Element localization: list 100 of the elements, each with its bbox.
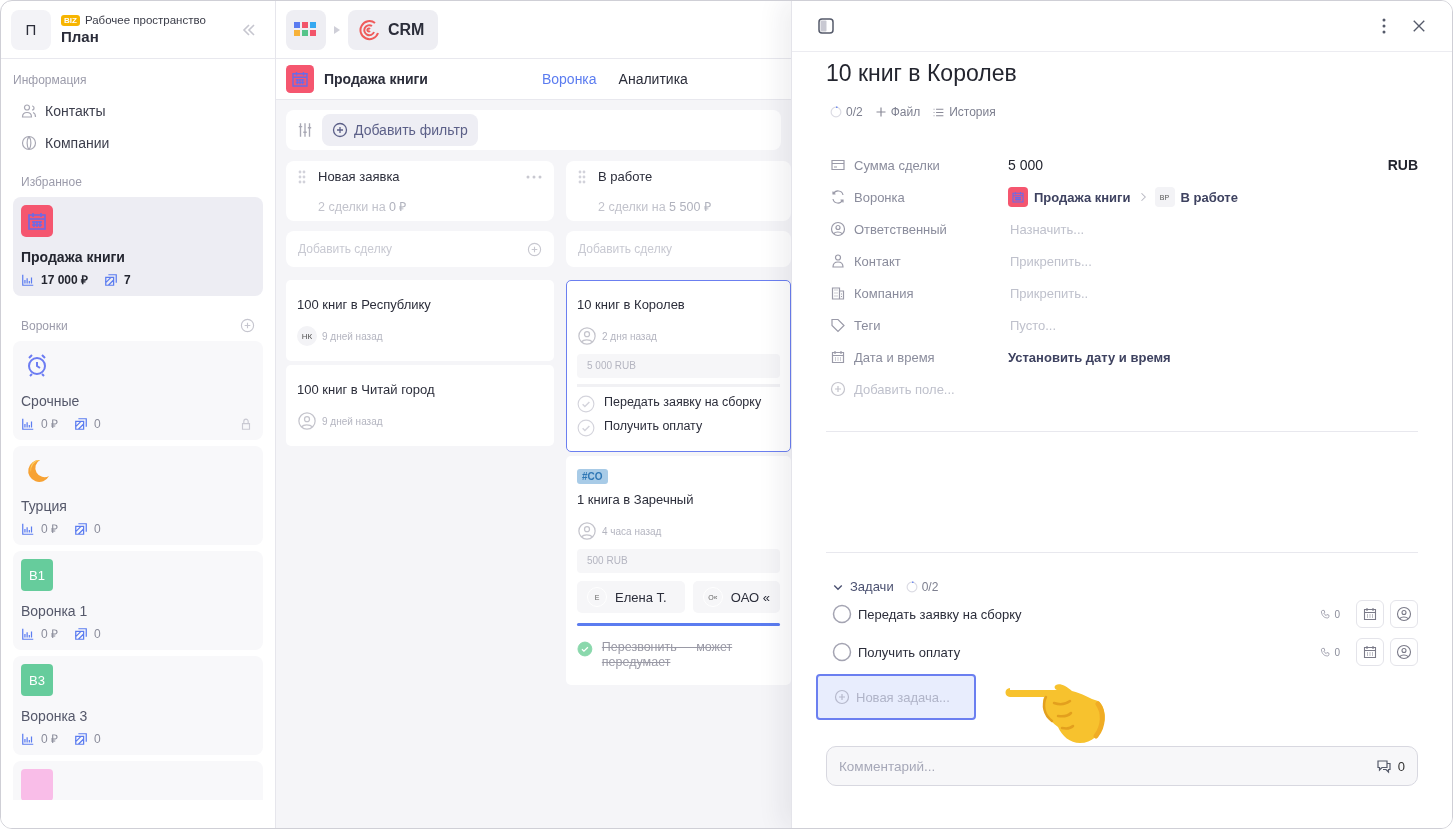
field-label: Сумма сделки: [854, 157, 941, 173]
tab[interactable]: Аналитика: [618, 71, 688, 87]
stage-link[interactable]: В работе: [1180, 189, 1238, 205]
board-title: Продажа книги: [324, 71, 428, 87]
section-heading: Избранное: [20, 174, 83, 191]
task-count: 0/2: [921, 579, 939, 594]
stack-icon: [104, 272, 119, 287]
comment-count: 0: [1375, 758, 1405, 774]
globe-icon: [21, 135, 37, 151]
stack-icon: [74, 416, 88, 431]
task-label: Получить оплату: [858, 644, 962, 660]
tab[interactable]: Воронка: [541, 71, 597, 87]
funnel-card[interactable]: Продажа книги 17 000 ₽ 7: [13, 197, 263, 296]
set-date-link[interactable]: Установить дату и время: [1008, 349, 1171, 365]
tag-icon: [830, 317, 846, 333]
deal-card[interactable]: 10 книг в Королев 2 дня назад 5 000 RUB Передать заявку на сборку Получить оплату: [566, 280, 791, 452]
deal-count: 0: [94, 416, 101, 431]
drag-handle-icon[interactable]: [298, 169, 306, 184]
deal-title: 10 книг в Королев: [577, 297, 685, 312]
task-label: Получить оплату: [604, 419, 703, 434]
deal-count: 0: [94, 626, 101, 641]
add-filter-button[interactable]: Добавить фильтр: [322, 114, 478, 146]
amount-value[interactable]: 5 000: [1008, 157, 1044, 173]
deal-amount: 5 000 RUB: [577, 354, 780, 378]
deal-time: 4 часа назад: [602, 525, 662, 537]
task-label: Перезвонить — может передумает: [601, 640, 734, 670]
building-icon: [830, 285, 846, 301]
drag-handle-icon[interactable]: [578, 169, 586, 184]
deal-card[interactable]: 100 книг в Республику НК 9 дней назад: [286, 280, 554, 361]
funnel-name: Воронка 3: [21, 708, 88, 724]
bar-chart-icon: [21, 416, 35, 431]
task-count: 0/2: [846, 105, 863, 119]
nav-item[interactable]: Компании: [13, 127, 263, 159]
section-heading: Воронки: [21, 318, 68, 333]
person-icon: [830, 253, 846, 269]
tasks-toggle[interactable]: Задачи: [832, 579, 894, 594]
task-checkbox[interactable]: [832, 642, 852, 662]
deal-title: 100 книг в Читай город: [297, 382, 435, 397]
task-checkbox[interactable]: [577, 395, 595, 413]
task-checkbox[interactable]: [577, 419, 595, 437]
more-icon[interactable]: [1382, 18, 1386, 34]
funnel-name: Турция: [21, 498, 67, 514]
history-button[interactable]: История: [932, 105, 996, 119]
due-date-button[interactable]: [1356, 600, 1384, 628]
funnel-card[interactable]: В3 Воронка 3 0 ₽ 0: [13, 656, 263, 755]
panel-toggle-icon[interactable]: [818, 18, 834, 34]
comment-field[interactable]: Комментарий... 0: [826, 746, 1418, 786]
apps-button[interactable]: [286, 9, 326, 50]
workspace-avatar[interactable]: П: [11, 9, 51, 50]
column-title: Новая заявка: [318, 169, 400, 184]
user-avatar-icon: [297, 411, 317, 431]
column-summary: 2 сделки на 0 ₽: [317, 199, 408, 215]
nav-item[interactable]: Контакты: [13, 95, 263, 127]
plan-badge: BIZ: [61, 14, 80, 26]
assignee-button[interactable]: [1390, 638, 1418, 666]
refresh-icon: [830, 189, 846, 205]
people-icon: [21, 103, 37, 119]
calendar-icon: [1362, 606, 1378, 622]
stack-icon: [74, 521, 88, 536]
task-checkbox[interactable]: [832, 604, 852, 624]
field-label: Дата и время: [854, 349, 936, 365]
funnel-card[interactable]: Турция 0 ₽ 0: [13, 446, 263, 545]
author-avatar: НК: [297, 326, 317, 346]
crm-logo-icon: [358, 18, 380, 41]
calendar-icon: [830, 349, 846, 365]
add-icon: [332, 122, 348, 138]
deal-time: 2 дня назад: [602, 330, 657, 342]
deal-tag: #CO: [577, 469, 608, 484]
user-avatar-icon: [577, 326, 597, 346]
funnel-link[interactable]: Продажа книги: [1034, 189, 1131, 205]
stack-icon: [74, 731, 88, 746]
calendar-icon: [286, 65, 314, 93]
task-checkbox[interactable]: [577, 640, 593, 658]
add-icon: [834, 689, 850, 705]
add-file-button[interactable]: Файл: [874, 105, 921, 119]
field-label: Ответственный: [854, 221, 948, 237]
funnel-avatar: В3: [21, 664, 53, 696]
deal-card[interactable]: 100 книг в Читай город 9 дней назад: [286, 365, 554, 446]
funnel-amount: 0 ₽: [41, 626, 58, 642]
bar-chart-icon: [21, 626, 35, 641]
card-icon: [830, 157, 846, 173]
funnel-card[interactable]: Срочные 0 ₽ 0: [13, 341, 263, 440]
collapse-icon[interactable]: [241, 21, 257, 38]
funnel-amount: 0 ₽: [41, 416, 58, 432]
close-icon[interactable]: [1412, 19, 1426, 33]
funnel-amount: 0 ₽: [41, 731, 58, 747]
bar-chart-icon: [21, 272, 35, 287]
field-label: Компания: [854, 285, 915, 301]
funnel-card[interactable]: В1 Воронка 1 0 ₽ 0: [13, 551, 263, 650]
currency-value[interactable]: RUB: [1387, 157, 1418, 173]
bar-chart-icon: [21, 521, 35, 536]
sliders-icon[interactable]: [296, 121, 314, 139]
add-icon[interactable]: [240, 318, 255, 333]
ring-icon: [905, 580, 918, 593]
due-date-button[interactable]: [1356, 638, 1384, 666]
crm-button[interactable]: CRM: [348, 9, 439, 50]
section-heading: Информация: [13, 72, 88, 89]
assignee-button[interactable]: [1390, 600, 1418, 628]
funnel-name: Воронка 1: [21, 603, 88, 619]
deal-amount: 500 RUB: [577, 549, 780, 573]
